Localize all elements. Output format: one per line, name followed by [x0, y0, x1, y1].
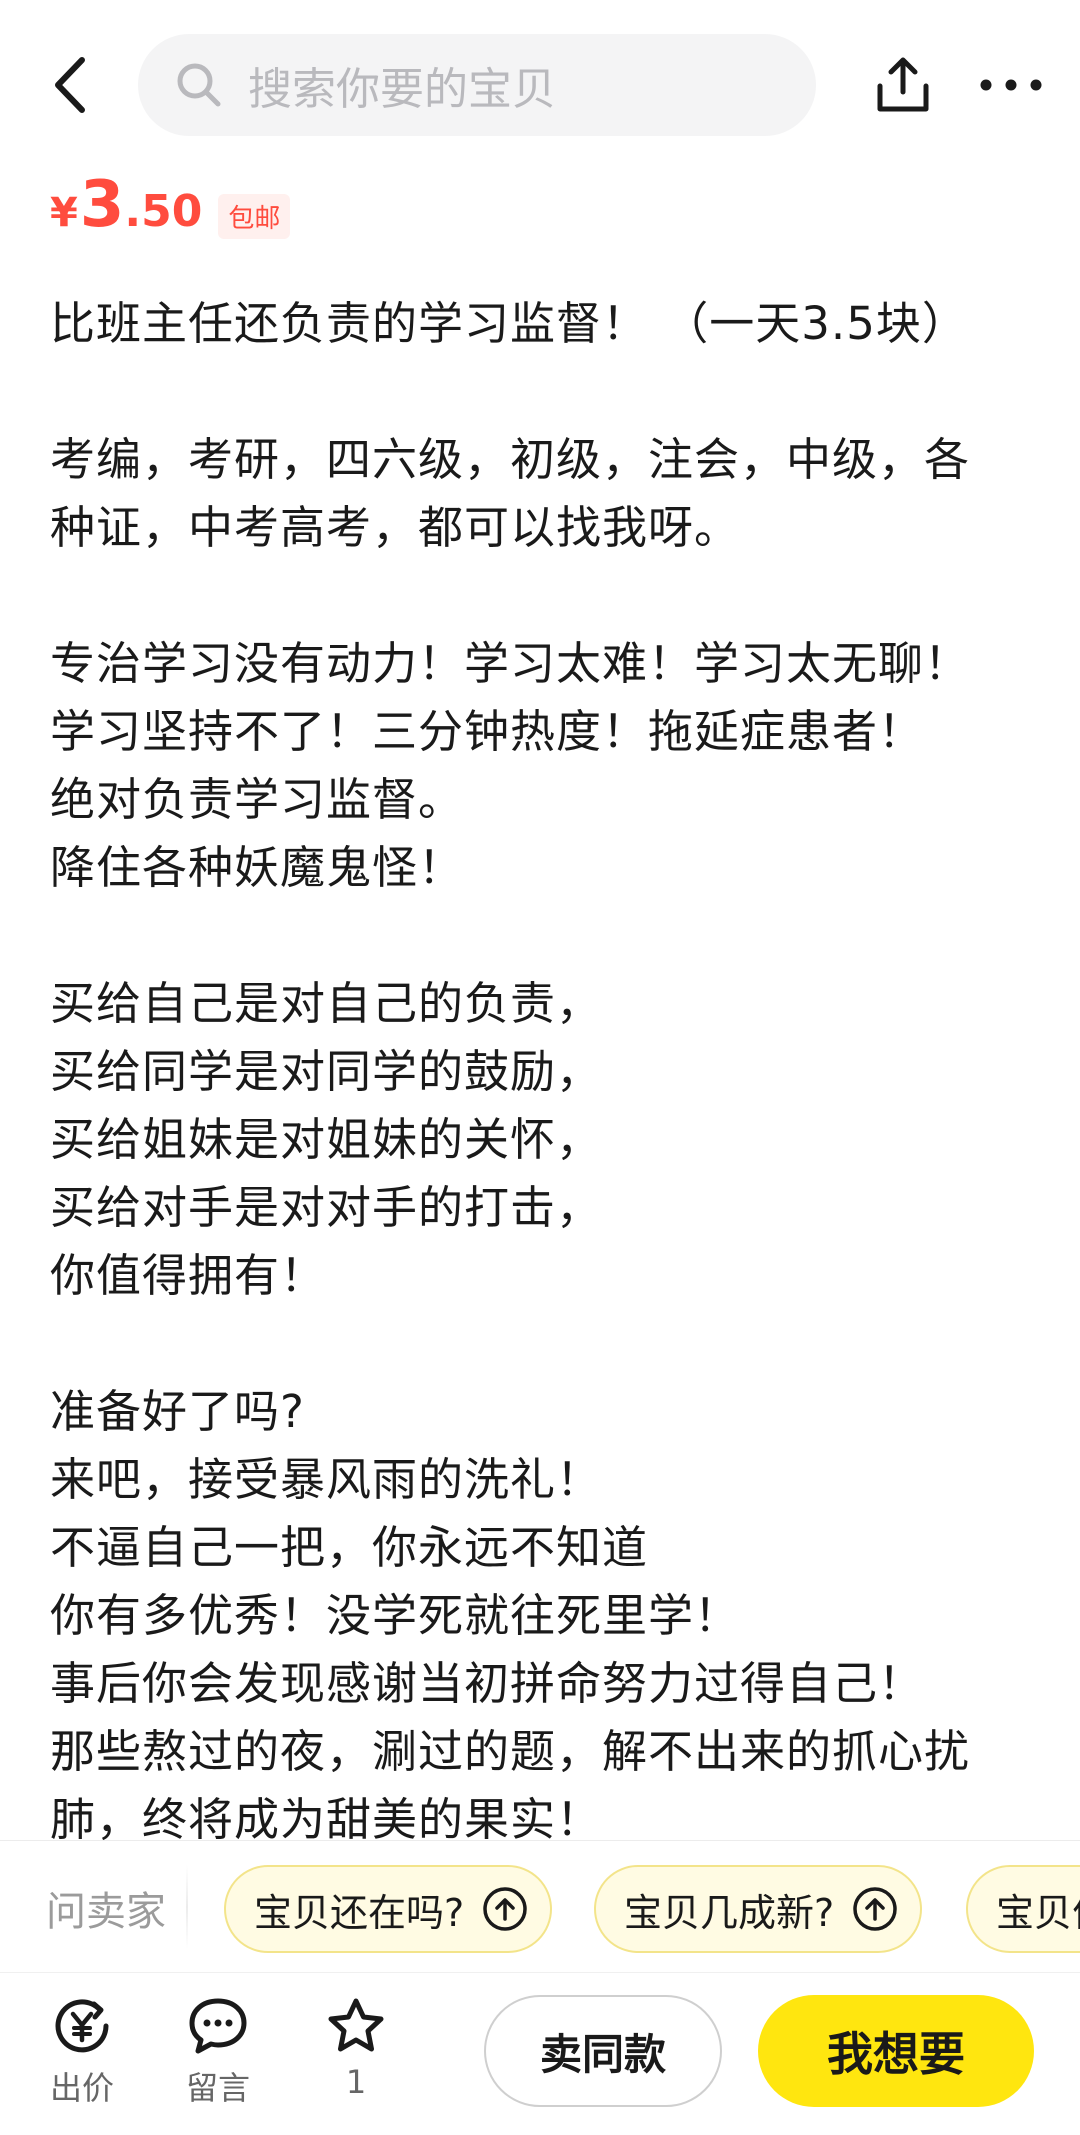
- favorite-button[interactable]: 1: [306, 1995, 406, 2101]
- question-chip-text: 宝贝还在吗?: [254, 1890, 465, 1935]
- search-input[interactable]: 搜索你要的宝贝: [138, 34, 816, 136]
- question-chip[interactable]: 宝贝价: [966, 1865, 1080, 1953]
- chat-bubble-icon: [187, 1995, 249, 2057]
- description-line: 降住各种妖魔鬼怪！: [50, 841, 465, 894]
- description-line: 学习坚持不了！三分钟热度！拖延症患者！: [50, 705, 925, 758]
- description-line: 比班主任还负责的学习监督！ （一天3.5块）: [50, 297, 968, 350]
- description-line: 买给自己是对自己的负责，: [50, 977, 603, 1030]
- chevron-left-icon: [55, 57, 85, 113]
- bottom-action-bar: 出价 留言 1 卖同款 我想要: [0, 1972, 1080, 2135]
- description-line: 你有多优秀！没学死就往死里学！: [50, 1589, 741, 1642]
- favorite-count: 1: [345, 2063, 367, 2101]
- arrow-up-circle-icon: [852, 1886, 898, 1932]
- price-row: ¥ 3 .50 包邮: [50, 168, 291, 258]
- comment-label: 留言: [185, 2069, 250, 2107]
- app-root: 搜索你要的宝贝 ¥ 3 .50 包邮 比班主任还负责的学习监督！ （一天3.5块…: [0, 0, 1080, 2135]
- question-chip[interactable]: 宝贝几成新?: [594, 1865, 923, 1953]
- question-chip[interactable]: 宝贝还在吗?: [224, 1865, 553, 1953]
- arrow-up-circle-icon: [482, 1886, 528, 1932]
- top-header: 搜索你要的宝贝: [0, 0, 1080, 170]
- offer-label: 出价: [49, 2069, 114, 2107]
- description-line: 买给对手是对对手的打击，: [50, 1181, 603, 1234]
- description-line: 专治学习没有动力！学习太难！学习太无聊！: [50, 637, 971, 690]
- description-line: 绝对负责学习监督。: [50, 773, 465, 826]
- description-line: 事后你会发现感谢当初拼命努力过得自己！: [50, 1657, 925, 1710]
- more-button[interactable]: [972, 50, 1050, 120]
- want-button[interactable]: 我想要: [758, 1995, 1034, 2107]
- description-line: 买给同学是对同学的鼓励，: [50, 1045, 603, 1098]
- comment-button[interactable]: 留言: [168, 1995, 268, 2109]
- ask-seller-label: 问卖家: [46, 1889, 166, 1935]
- back-button[interactable]: [40, 50, 100, 120]
- question-chip-text: 宝贝几成新?: [624, 1890, 835, 1935]
- currency-symbol: ¥: [50, 190, 78, 236]
- more-dots-icon: [980, 79, 1042, 91]
- share-button[interactable]: [868, 50, 938, 120]
- offer-button[interactable]: 出价: [32, 1995, 132, 2109]
- ask-seller-bar: 问卖家 宝贝还在吗? 宝贝几成新? 宝贝价: [0, 1840, 1080, 1972]
- description-line: 来吧，接受暴风雨的洗礼！: [50, 1453, 603, 1506]
- item-description: 比班主任还负责的学习监督！ （一天3.5块） 考编，考研，四六级，初级，注会，中级…: [50, 290, 1040, 1854]
- description-line: 那些熬过的夜，涮过的题，解不出来的抓心扰: [50, 1725, 971, 1778]
- question-chip-text: 宝贝价: [996, 1890, 1080, 1935]
- description-line: 考编，考研，四六级，初级，注会，中级，各: [50, 433, 971, 486]
- price-integer: 3: [79, 168, 125, 242]
- description-line: 准备好了吗?: [50, 1385, 305, 1438]
- search-icon: [176, 60, 226, 110]
- description-line: 种证，中考高考，都可以找我呀。: [50, 501, 741, 554]
- description-line: 买给姐妹是对姐妹的关怀，: [50, 1113, 603, 1166]
- description-line: 不逼自己一把，你永远不知道: [50, 1521, 649, 1574]
- description-line: 你值得拥有！: [50, 1249, 327, 1302]
- star-icon: [325, 1995, 387, 2057]
- search-placeholder: 搜索你要的宝贝: [248, 64, 556, 115]
- free-shipping-badge: 包邮: [218, 193, 291, 239]
- ask-divider: [186, 1865, 188, 1949]
- share-icon: [877, 57, 929, 112]
- yen-circle-icon: [51, 1995, 113, 2057]
- sell-same-button[interactable]: 卖同款: [484, 1995, 722, 2107]
- price-decimal: .50: [124, 186, 203, 237]
